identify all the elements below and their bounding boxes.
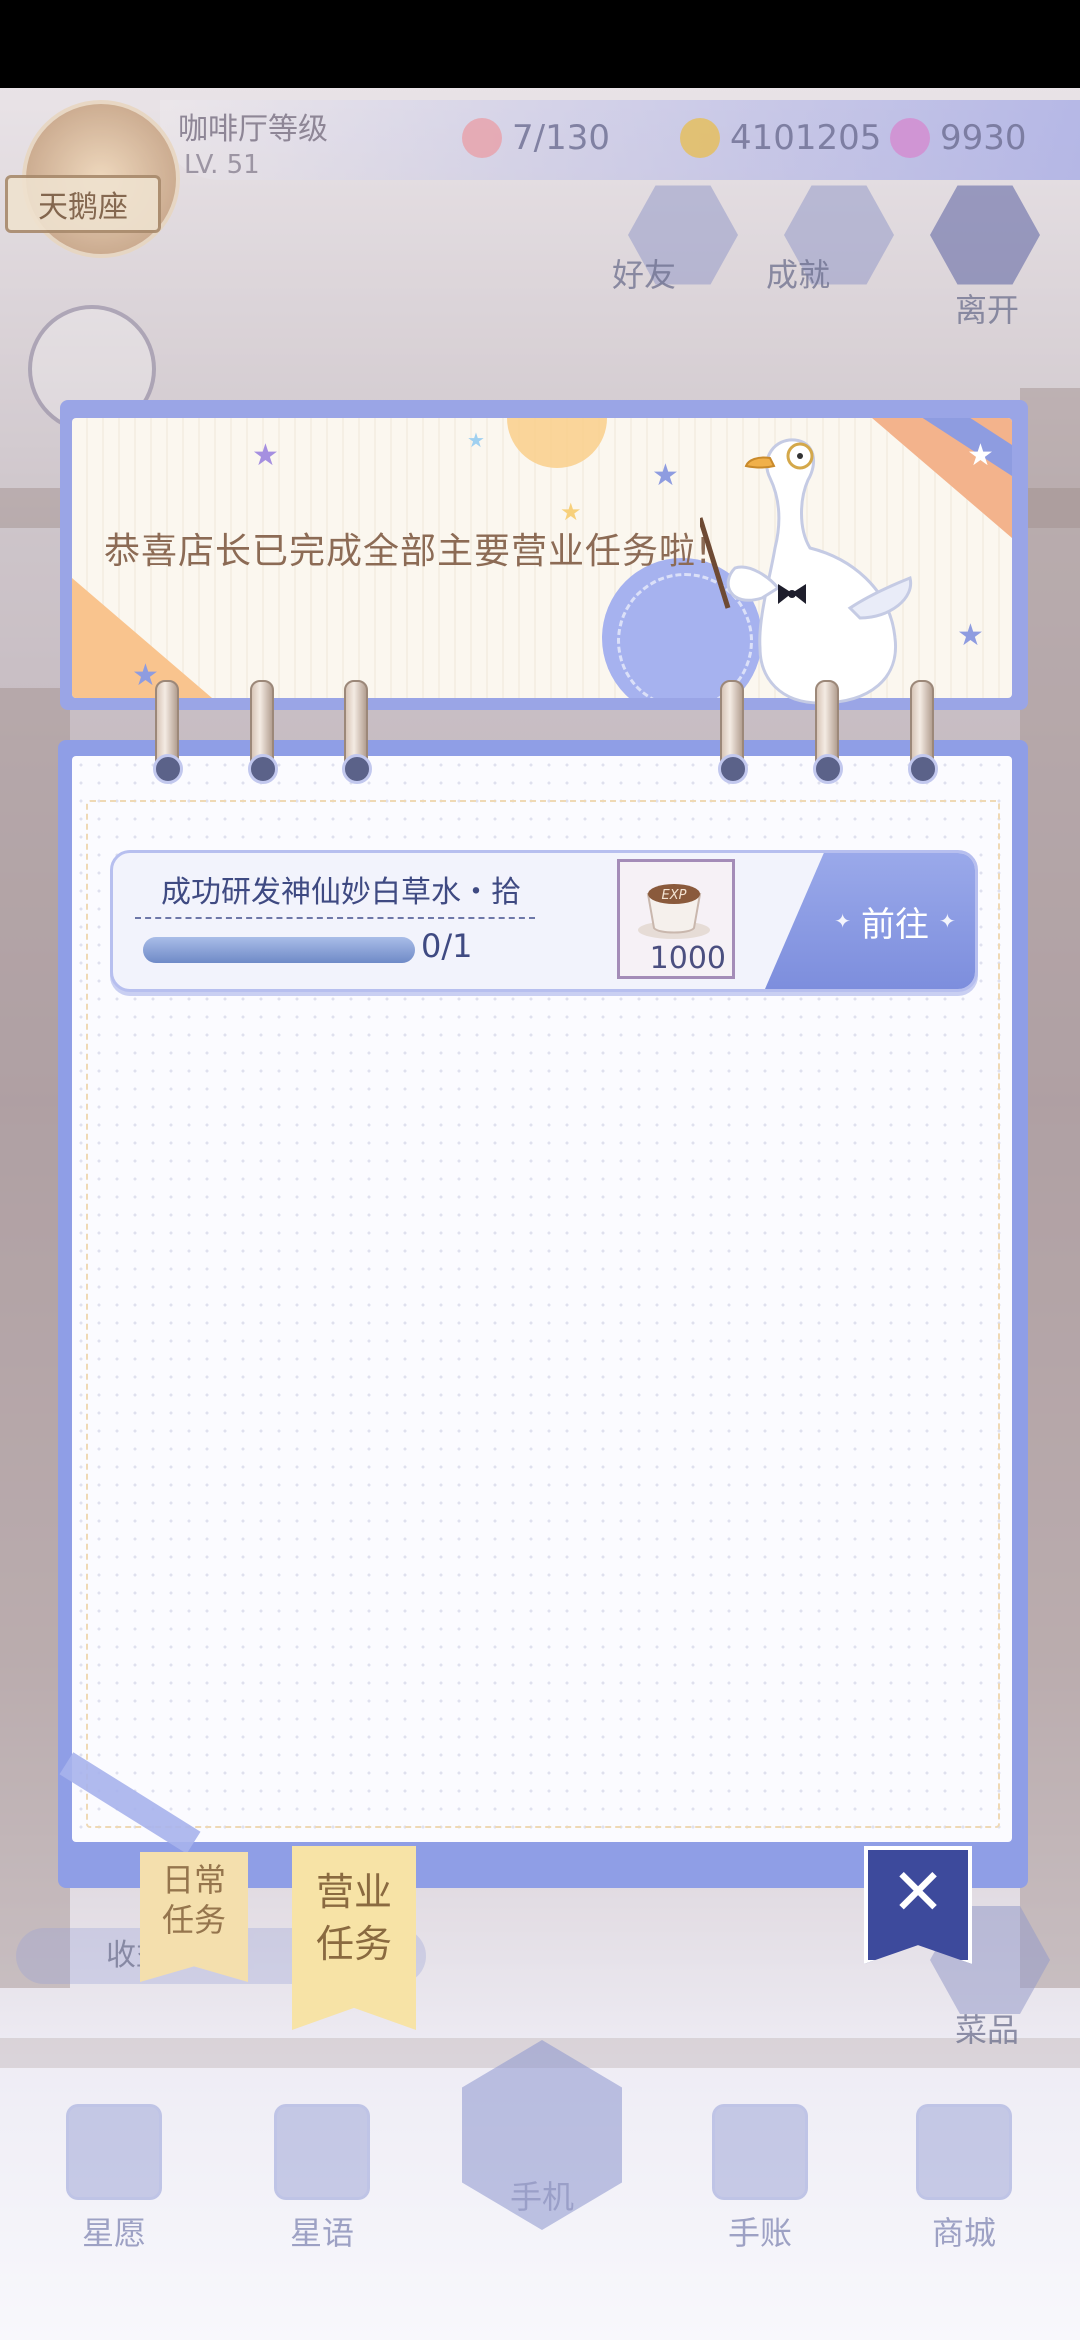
emblem-name: 天鹅座 xyxy=(5,175,161,233)
coin-counter[interactable]: 4101205 xyxy=(680,118,881,158)
binder-ring xyxy=(342,680,372,784)
go-button-label: 前往 xyxy=(861,904,929,945)
binder-ring xyxy=(813,680,843,784)
stamina-counter[interactable]: 7/130 xyxy=(462,118,610,158)
binder-ring xyxy=(248,680,278,784)
svg-text:EXP: EXP xyxy=(662,888,687,903)
task-row: 成功研发神仙妙白草水・拾 0/1 EXP 1000 ✦ 前往 ✦ xyxy=(110,850,978,992)
coin-value: 4101205 xyxy=(730,118,882,158)
tab-business-label: 营业 任务 xyxy=(315,1870,392,1966)
calendar-check-icon xyxy=(712,2104,808,2200)
sun-decoration xyxy=(507,418,607,468)
gem-value: 9930 xyxy=(940,118,1027,158)
menu-label: 菜品 xyxy=(955,2011,1020,2049)
task-divider xyxy=(135,917,535,919)
tab-daily-label: 日常 任务 xyxy=(161,1861,226,1939)
nav-journal[interactable]: 手账 xyxy=(690,2104,830,2254)
star-icon: ★ xyxy=(957,618,984,653)
portrait-cards-icon xyxy=(274,2104,370,2200)
exp-coffee-icon: EXP xyxy=(638,884,710,939)
nav-shop[interactable]: 商城 xyxy=(894,2104,1034,2254)
task-progress-text: 0/1 xyxy=(421,927,473,965)
cake-icon xyxy=(462,118,502,158)
binder-ring xyxy=(153,680,183,784)
cafe-level: LV. 51 xyxy=(184,150,260,180)
banner-message: 恭喜店长已完成全部主要营业任务啦! xyxy=(104,531,712,572)
shopping-bag-icon xyxy=(916,2104,1012,2200)
gem-counter[interactable]: 9930 xyxy=(890,118,1027,158)
binder-ring xyxy=(718,680,748,784)
close-icon: ✕ xyxy=(891,1856,945,1930)
tab-daily-tasks[interactable]: 日常 任务 xyxy=(140,1852,248,1982)
sparkle-icon: ✦ xyxy=(939,909,956,933)
swan-gem-icon xyxy=(890,118,930,158)
leave-label: 离开 xyxy=(955,291,1020,329)
cafe-level-title: 咖啡厅等级 xyxy=(178,112,328,147)
achievements-label: 成就 xyxy=(766,256,831,294)
task-progress-bar xyxy=(143,937,415,963)
nav-shop-label: 商城 xyxy=(931,2214,996,2252)
goose-mascot-icon xyxy=(700,438,913,705)
nav-star-words[interactable]: 星语 xyxy=(252,2104,392,2254)
binder-ring xyxy=(908,680,938,784)
nav-journal-label: 手账 xyxy=(727,2214,792,2252)
coin-icon xyxy=(680,118,720,158)
star-icon: ★ xyxy=(252,438,279,473)
stamina-value: 7/130 xyxy=(512,118,610,158)
phone-label: 手机 xyxy=(509,2178,574,2216)
task-progress-fill xyxy=(143,937,415,963)
go-button[interactable]: ✦ 前往 ✦ xyxy=(765,853,975,989)
nav-star-words-label: 星语 xyxy=(289,2214,354,2252)
nav-wish-label: 星愿 xyxy=(81,2214,146,2252)
star-icon: ★ xyxy=(652,458,679,493)
friends-label: 好友 xyxy=(612,256,677,294)
nav-wish[interactable]: 星愿 xyxy=(44,2104,184,2254)
tab-business-tasks[interactable]: 营业 任务 xyxy=(292,1846,416,2030)
task-reward[interactable]: EXP 1000 xyxy=(617,859,735,979)
question-card-icon xyxy=(66,2104,162,2200)
task-name: 成功研发神仙妙白草水・拾 xyxy=(161,875,521,910)
reward-amount: 1000 xyxy=(649,941,726,976)
star-icon: ★ xyxy=(967,438,994,473)
sparkle-icon: ✦ xyxy=(834,909,851,933)
status-bar xyxy=(0,0,1080,88)
star-icon: ★ xyxy=(467,428,485,452)
